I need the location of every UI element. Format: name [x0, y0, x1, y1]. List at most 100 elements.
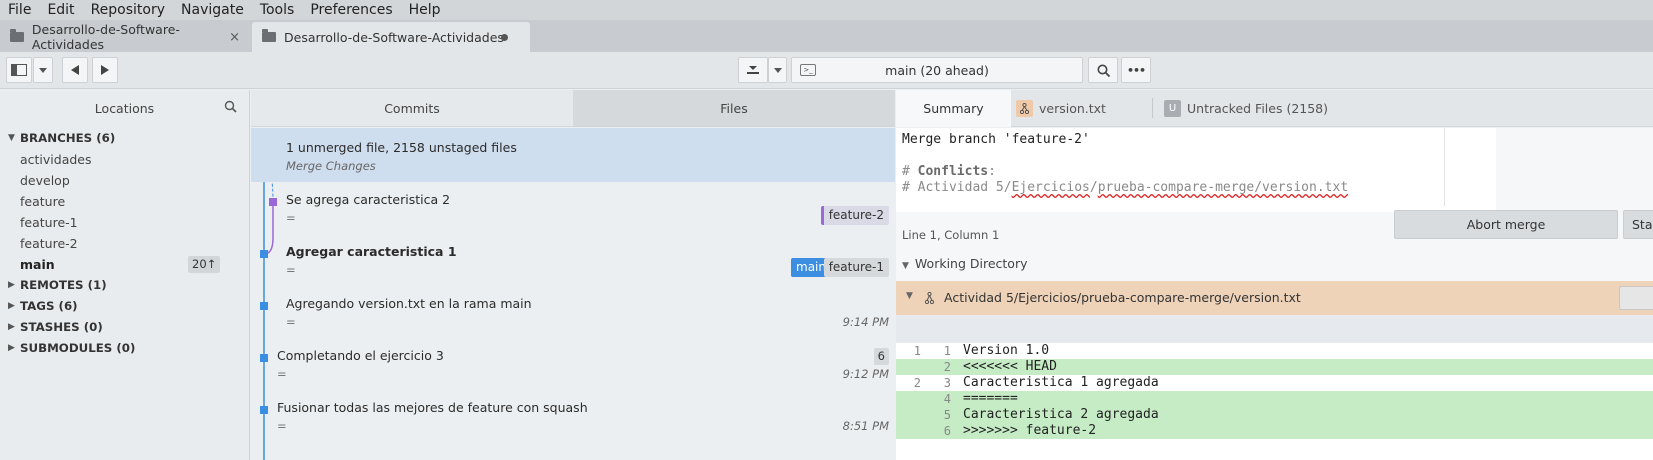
fetch-dropdown-button[interactable] — [768, 57, 787, 83]
diff-line-added[interactable]: 5 Caracteristica 2 agregada — [896, 407, 1653, 423]
tab-untracked-files[interactable]: U Untracked Files (2158) — [1164, 100, 1328, 117]
details-tab-bar: Summary version.txt U Untracked Files (2… — [896, 90, 1653, 127]
commit-row-uncommitted[interactable]: 1 unmerged file, 2158 unstaged files Mer… — [251, 128, 895, 182]
commit-message-line: Merge branch 'feature-2' — [902, 132, 1090, 147]
cursor-position: Line 1, Column 1 — [902, 228, 1000, 242]
diff-line-added[interactable]: 6 >>>>>>> feature-2 — [896, 423, 1653, 439]
sidebar-item-branch[interactable]: develop — [0, 170, 249, 191]
diff-line-added[interactable]: 4 ======= — [896, 391, 1653, 407]
diff-line[interactable]: 2 3 Caracteristica 1 agregada — [896, 375, 1653, 391]
merge-conflict-icon — [924, 292, 935, 304]
diff-line-text: Caracteristica 2 agregada — [963, 407, 1159, 422]
arrow-right-icon — [101, 65, 109, 75]
download-icon — [747, 66, 759, 74]
tab-files[interactable]: Files — [573, 90, 895, 127]
branch-tag-feature-1[interactable]: feature-1 — [823, 258, 889, 277]
sidebar-icon — [11, 64, 27, 76]
commit-row[interactable]: Agregando version.txt en la rama main = … — [251, 284, 895, 338]
repo-tab-2[interactable]: Desarrollo-de-Software-Actividades — [252, 22, 530, 52]
diff-line-text: Version 1.0 — [963, 343, 1050, 358]
commit-subtitle: = — [277, 419, 287, 433]
sidebar-item-branch[interactable]: feature-1 — [0, 212, 249, 233]
commit-subtitle: = — [277, 367, 287, 381]
commit-time: 9:14 PM — [842, 315, 889, 329]
toggle-sidebar-button[interactable] — [6, 57, 32, 83]
commit-message: 1 unmerged file, 2158 unstaged files — [286, 140, 517, 155]
tab-bar: Desarrollo-de-Software-Actividades × Des… — [0, 20, 1653, 52]
commit-row[interactable]: Agregar caracteristica 1 = main feature-… — [251, 232, 895, 286]
menu-repository[interactable]: Repository — [83, 0, 173, 20]
search-button[interactable] — [1088, 57, 1118, 83]
menu-edit[interactable]: Edit — [39, 0, 82, 20]
section-label: REMOTES (1) — [20, 278, 107, 292]
triangle-down-icon: ▼ — [906, 291, 913, 301]
stashes-section-header[interactable]: ▶ STASHES (0) — [0, 317, 249, 338]
sidebar-dropdown-button[interactable] — [33, 57, 53, 83]
commit-list: 1 unmerged file, 2158 unstaged files Mer… — [251, 128, 895, 460]
section-label: SUBMODULES (0) — [20, 341, 136, 355]
resolve-button[interactable] — [1619, 286, 1653, 310]
back-button[interactable] — [62, 57, 88, 83]
new-line-number: 1 — [943, 344, 951, 358]
branch-status-box[interactable]: >_ main (20 ahead) — [791, 57, 1083, 83]
sidebar-item-branch[interactable]: actividades — [0, 149, 249, 170]
commit-count-badge: 6 — [873, 348, 889, 365]
commit-row[interactable]: Se agrega caracteristica 2 = feature-2 — [251, 180, 895, 234]
commit-time: 8:51 PM — [842, 419, 889, 433]
old-line-number: 1 — [913, 344, 921, 358]
toolbar: >_ main (20 ahead) ••• — [0, 52, 1653, 89]
close-icon[interactable]: × — [229, 30, 240, 45]
conflict-file-header[interactable]: ▼ Actividad 5/Ejercicios/prueba-compare-… — [896, 281, 1653, 315]
working-directory-label: Working Directory — [914, 256, 1028, 271]
commit-row[interactable]: Fusionar todas las mejores de feature co… — [251, 388, 895, 442]
commit-time: 9:12 PM — [842, 367, 889, 381]
sidebar-item-branch[interactable]: feature-2 — [0, 233, 249, 254]
new-line-number: 3 — [943, 376, 951, 390]
tags-section-header[interactable]: ▶ TAGS (6) — [0, 296, 249, 317]
commit-message-line: # Actividad 5/Ejercicios/prueba-compare-… — [902, 180, 1349, 195]
modified-dot-icon[interactable] — [501, 34, 508, 41]
branch-name: main — [20, 257, 55, 272]
submodules-section-header[interactable]: ▶ SUBMODULES (0) — [0, 338, 249, 359]
fetch-button[interactable] — [738, 57, 768, 83]
triangle-right-icon: ▶ — [8, 301, 15, 311]
commit-message: Agregando version.txt en la rama main — [286, 296, 532, 311]
forward-button[interactable] — [92, 57, 118, 83]
diff-line-added[interactable]: 2 <<<<<<< HEAD — [896, 359, 1653, 375]
abort-merge-button[interactable]: Abort merge — [1394, 210, 1618, 239]
diff-line[interactable]: 1 1 Version 1.0 — [896, 343, 1653, 359]
menu-bar: File Edit Repository Navigate Tools Pref… — [0, 0, 1653, 20]
repo-tab-1[interactable]: Desarrollo-de-Software-Actividades × — [0, 22, 250, 52]
new-line-number: 6 — [943, 424, 951, 438]
menu-tools[interactable]: Tools — [252, 0, 303, 20]
more-options-button[interactable]: ••• — [1121, 57, 1151, 83]
chevron-down-icon — [39, 67, 47, 73]
menu-help[interactable]: Help — [401, 0, 449, 20]
commit-subtitle: = — [286, 315, 296, 329]
repo-tab-label: Desarrollo-de-Software-Actividades — [31, 22, 180, 52]
search-icon[interactable] — [224, 100, 237, 113]
branch-status-label: main (20 ahead) — [885, 63, 989, 78]
sidebar-header: Locations — [0, 90, 249, 128]
tab-version-file[interactable]: version.txt — [1016, 100, 1106, 117]
branch-tag-feature-2[interactable]: feature-2 — [820, 206, 889, 225]
commit-subtitle: = — [286, 263, 296, 277]
hunk-header — [896, 315, 1653, 343]
remotes-section-header[interactable]: ▶ REMOTES (1) — [0, 275, 249, 296]
conflict-file-path: Actividad 5/Ejercicios/prueba-compare-me… — [944, 290, 1301, 305]
menu-file[interactable]: File — [0, 0, 39, 20]
menu-preferences[interactable]: Preferences — [302, 0, 400, 20]
commit-row[interactable]: Completando el ejercicio 3 = 6 9:12 PM — [251, 336, 895, 390]
ahead-count-badge: 20↑ — [188, 256, 221, 273]
branches-section-header[interactable]: ▼ BRANCHES (6) — [0, 128, 249, 149]
sidebar-item-branch[interactable]: feature — [0, 191, 249, 212]
triangle-down-icon: ▼ — [8, 133, 15, 143]
stage-button[interactable]: Sta — [1623, 210, 1653, 239]
sidebar-item-branch-current[interactable]: main 20↑ — [0, 254, 249, 275]
tab-commits[interactable]: Commits — [251, 90, 573, 127]
tab-summary[interactable]: Summary — [896, 90, 1011, 127]
menu-navigate[interactable]: Navigate — [173, 0, 252, 20]
commit-message-editor[interactable]: Merge branch 'feature-2' # Conflicts: # … — [896, 128, 1496, 212]
new-line-number: 4 — [943, 392, 951, 406]
working-directory-header[interactable]: ▼ Working Directory — [902, 256, 1028, 271]
